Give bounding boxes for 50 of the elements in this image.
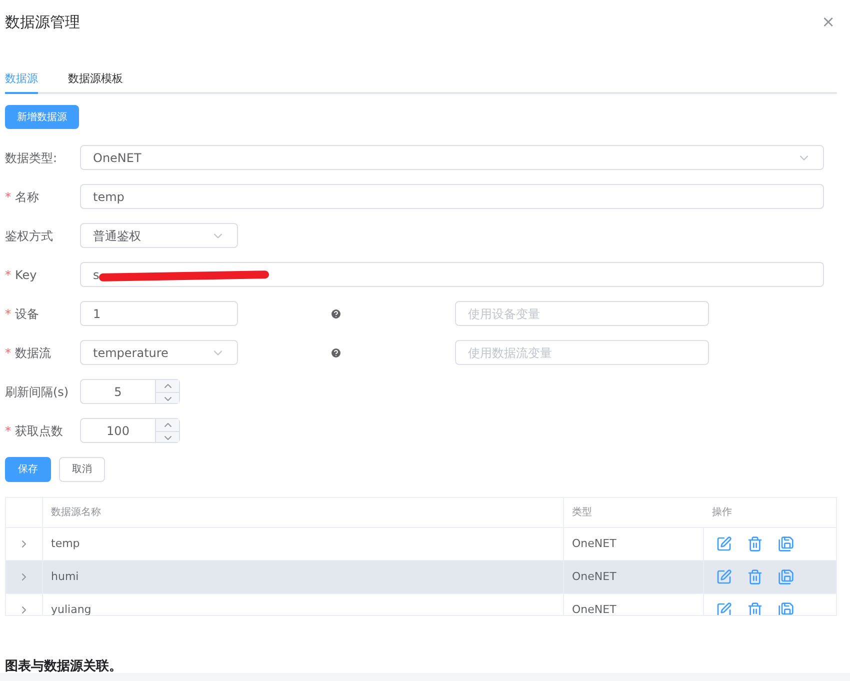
field-label: 数据流 xyxy=(15,344,51,362)
field-label: 刷新间隔(s) xyxy=(5,384,69,400)
export-icon[interactable] xyxy=(778,536,794,552)
required-mark: * xyxy=(5,188,11,206)
number-field[interactable]: 5 xyxy=(80,379,180,404)
input-field[interactable]: s xyxy=(80,262,824,287)
table-cell-text: temp xyxy=(51,536,80,552)
help-icon[interactable] xyxy=(330,346,342,358)
required-mark: * xyxy=(5,266,11,284)
cancel-button[interactable]: 取消 xyxy=(59,457,105,482)
edit-icon[interactable] xyxy=(716,602,732,615)
caption-text: 图表与数据源关联。 xyxy=(5,659,122,674)
column-header: 操作 xyxy=(711,506,733,520)
field-label: Key xyxy=(15,266,37,284)
edit-icon[interactable] xyxy=(716,536,732,552)
table-cell-text: humi xyxy=(51,568,79,585)
variable-field[interactable]: 使用设备变量 xyxy=(455,301,709,326)
table-cell-text: OneNET xyxy=(572,536,616,552)
field-label: 获取点数 xyxy=(15,422,63,440)
select-field[interactable]: OneNET xyxy=(80,145,824,170)
input-field[interactable]: temp xyxy=(80,184,824,209)
delete-icon[interactable] xyxy=(747,602,763,615)
table-row[interactable]: temp OneNET xyxy=(6,528,836,561)
number-field[interactable]: 100 xyxy=(80,418,180,443)
field-label: 数据类型: xyxy=(5,150,58,166)
help-icon[interactable] xyxy=(330,308,342,320)
table-cell: yuliang xyxy=(51,602,92,615)
field-label: 鉴权方式 xyxy=(5,228,53,244)
edit-icon[interactable] xyxy=(716,569,732,585)
table-cell-text: OneNET xyxy=(572,568,616,585)
column-header: 数据源名称 xyxy=(43,498,564,527)
delete-icon[interactable] xyxy=(747,536,763,552)
export-icon[interactable] xyxy=(778,602,794,615)
required-mark: * xyxy=(5,344,11,362)
table-cell: OneNET xyxy=(572,602,616,615)
export-icon[interactable] xyxy=(778,569,794,585)
input-field[interactable]: 1 xyxy=(80,301,238,326)
table-row[interactable]: humi OneNET xyxy=(6,561,836,594)
dialog-title: 数据源管理 xyxy=(5,12,80,33)
close-button[interactable]: × xyxy=(822,14,835,30)
field-label: 名称 xyxy=(15,188,39,206)
tab[interactable]: 数据源模板 xyxy=(68,67,123,94)
select-field[interactable]: temperature xyxy=(80,340,238,365)
delete-icon[interactable] xyxy=(747,569,763,585)
variable-field[interactable]: 使用数据流变量 xyxy=(455,340,709,365)
column-header: 类型 xyxy=(571,506,593,520)
field-label: 设备 xyxy=(15,306,39,322)
required-mark: * xyxy=(5,306,11,322)
required-mark: * xyxy=(5,422,11,440)
select-field[interactable]: 普通鉴权 xyxy=(80,223,238,248)
